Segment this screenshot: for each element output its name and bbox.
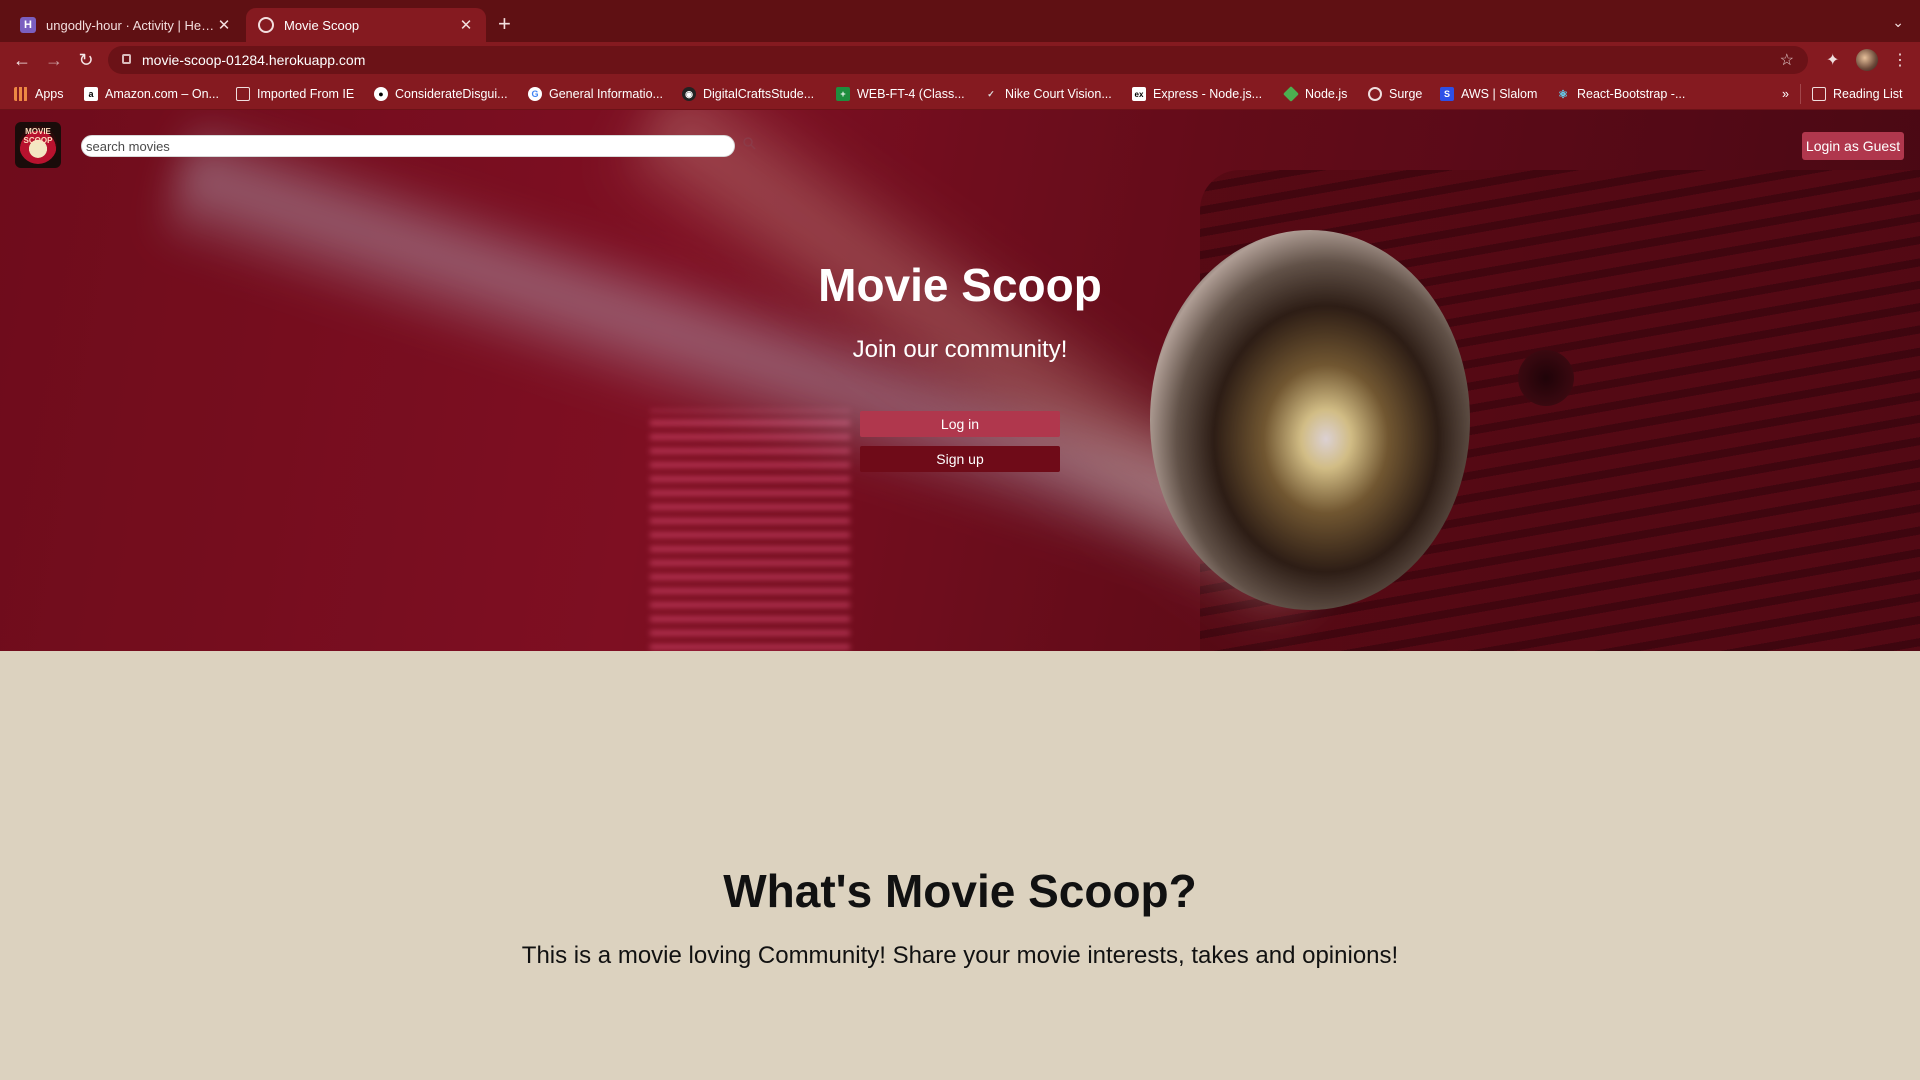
google-icon: G bbox=[528, 87, 542, 101]
url-text[interactable]: movie-scoop-01284.herokuapp.com bbox=[142, 52, 365, 68]
bookmark-label: AWS | Slalom bbox=[1461, 87, 1538, 101]
forward-arrow-icon[interactable]: → bbox=[42, 48, 66, 72]
browser-tabstrip: H ungodly-hour · Activity | Herok ✕ Movi… bbox=[0, 0, 1920, 42]
bookmark-label: ConsiderateDisgui... bbox=[395, 87, 508, 101]
apps-grid-icon bbox=[14, 87, 28, 101]
bookmark-digitalcrafts[interactable]: ◉ DigitalCraftsStude... bbox=[682, 85, 814, 103]
browser-tab-movie-scoop[interactable]: Movie Scoop ✕ bbox=[246, 8, 486, 42]
address-bar[interactable]: movie-scoop-01284.herokuapp.com ☆ bbox=[108, 46, 1808, 74]
browser-menu-icon[interactable]: ⋮ bbox=[1892, 50, 1908, 70]
bookmark-imported-from-ie[interactable]: Imported From IE bbox=[236, 85, 354, 103]
bookmark-label: React-Bootstrap -... bbox=[1577, 87, 1686, 101]
search-bar bbox=[81, 135, 735, 157]
hero-overlay bbox=[0, 110, 1920, 651]
hero-title: Movie Scoop bbox=[818, 259, 1102, 311]
reading-list-icon bbox=[1812, 87, 1826, 101]
bookmark-star-icon[interactable]: ☆ bbox=[1780, 50, 1794, 70]
hero-background bbox=[0, 110, 1920, 651]
browser-toolbar: ← → ↻ movie-scoop-01284.herokuapp.com ☆ bbox=[0, 42, 1920, 78]
hero-subtitle: Join our community! bbox=[852, 336, 1068, 363]
bookmark-label: Amazon.com – On... bbox=[105, 87, 219, 101]
new-tab-button[interactable]: + bbox=[498, 12, 511, 36]
bookmark-label: WEB-FT-4 (Class... bbox=[857, 87, 965, 101]
globe-icon bbox=[1368, 87, 1382, 101]
bookmark-aws-slalom[interactable]: S AWS | Slalom bbox=[1440, 85, 1537, 103]
bookmark-label: Express - Node.js... bbox=[1153, 87, 1263, 101]
bookmark-react-bootstrap[interactable]: ⚛ React-Bootstrap -... bbox=[1556, 85, 1685, 103]
about-text: This is a movie loving Community! Share … bbox=[521, 942, 1399, 969]
nike-icon: ✓ bbox=[987, 88, 995, 99]
close-tab-icon[interactable]: ✕ bbox=[458, 16, 474, 34]
bookmark-amazon[interactable]: a Amazon.com – On... bbox=[84, 85, 219, 103]
bookmark-label: Imported From IE bbox=[257, 87, 355, 101]
tab-title: Movie Scoop bbox=[284, 17, 360, 33]
bookmark-apps[interactable]: Apps bbox=[14, 85, 64, 103]
bookmark-label: General Informatio... bbox=[549, 87, 663, 101]
extensions-puzzle-icon[interactable]: ✦ bbox=[1826, 50, 1839, 70]
heroku-icon: H bbox=[20, 17, 36, 33]
browser-tab-heroku[interactable]: H ungodly-hour · Activity | Herok ✕ bbox=[8, 8, 244, 42]
back-arrow-icon[interactable]: ← bbox=[10, 48, 34, 72]
bookmark-considerate[interactable]: ● ConsiderateDisgui... bbox=[374, 85, 508, 103]
react-bootstrap-icon: ⚛ bbox=[1558, 88, 1568, 101]
search-icon[interactable] bbox=[742, 136, 756, 150]
bookmarks-overflow-icon[interactable]: » bbox=[1782, 85, 1789, 103]
bookmark-express[interactable]: ex Express - Node.js... bbox=[1132, 85, 1262, 103]
signup-button[interactable]: Sign up bbox=[860, 446, 1060, 472]
about-title: What's Movie Scoop? bbox=[723, 865, 1197, 917]
bookmark-web-ft-4[interactable]: + WEB-FT-4 (Class... bbox=[836, 85, 965, 103]
tab-title: ungodly-hour · Activity | Herok bbox=[46, 17, 216, 33]
bookmark-nike[interactable]: ✓ Nike Court Vision... bbox=[984, 85, 1112, 103]
amazon-icon: a bbox=[84, 87, 98, 101]
bookmarks-bar: Apps a Amazon.com – On... Imported From … bbox=[0, 78, 1920, 110]
site-logo[interactable]: MOVIE SCOOP bbox=[15, 122, 61, 168]
bookmark-surge[interactable]: Surge bbox=[1368, 85, 1422, 103]
github-icon: ◉ bbox=[682, 87, 696, 101]
globe-icon bbox=[258, 17, 274, 33]
nodejs-icon bbox=[1283, 86, 1299, 102]
sheets-icon: + bbox=[836, 87, 850, 101]
folder-icon bbox=[236, 87, 250, 101]
login-as-guest-button[interactable]: Login as Guest bbox=[1802, 132, 1904, 160]
bookmark-label: Node.js bbox=[1305, 87, 1348, 101]
login-button[interactable]: Log in bbox=[860, 411, 1060, 437]
slalom-icon: S bbox=[1440, 87, 1454, 101]
bookmark-general-info[interactable]: G General Informatio... bbox=[528, 85, 663, 103]
reading-list-label: Reading List bbox=[1833, 87, 1903, 101]
bookmark-nodejs[interactable]: Node.js bbox=[1283, 85, 1348, 103]
logo-text: MOVIE SCOOP bbox=[23, 127, 53, 145]
bookmark-label: Nike Court Vision... bbox=[1005, 87, 1112, 101]
tab-search-chevron-icon[interactable]: ⌄ bbox=[1892, 14, 1904, 31]
search-input[interactable] bbox=[82, 136, 734, 156]
bookmarks-divider bbox=[1800, 84, 1801, 104]
reload-icon[interactable]: ↻ bbox=[74, 48, 98, 72]
bookmark-label: Apps bbox=[35, 87, 64, 101]
bookmark-label: Surge bbox=[1389, 87, 1423, 101]
site-icon: ● bbox=[374, 87, 388, 101]
reading-list-button[interactable]: Reading List bbox=[1812, 85, 1903, 103]
lock-icon bbox=[122, 54, 131, 64]
profile-avatar[interactable] bbox=[1856, 49, 1878, 71]
express-icon: ex bbox=[1132, 87, 1146, 101]
overflow-label: » bbox=[1782, 87, 1789, 101]
bookmark-label: DigitalCraftsStude... bbox=[703, 87, 815, 101]
close-tab-icon[interactable]: ✕ bbox=[216, 16, 232, 34]
